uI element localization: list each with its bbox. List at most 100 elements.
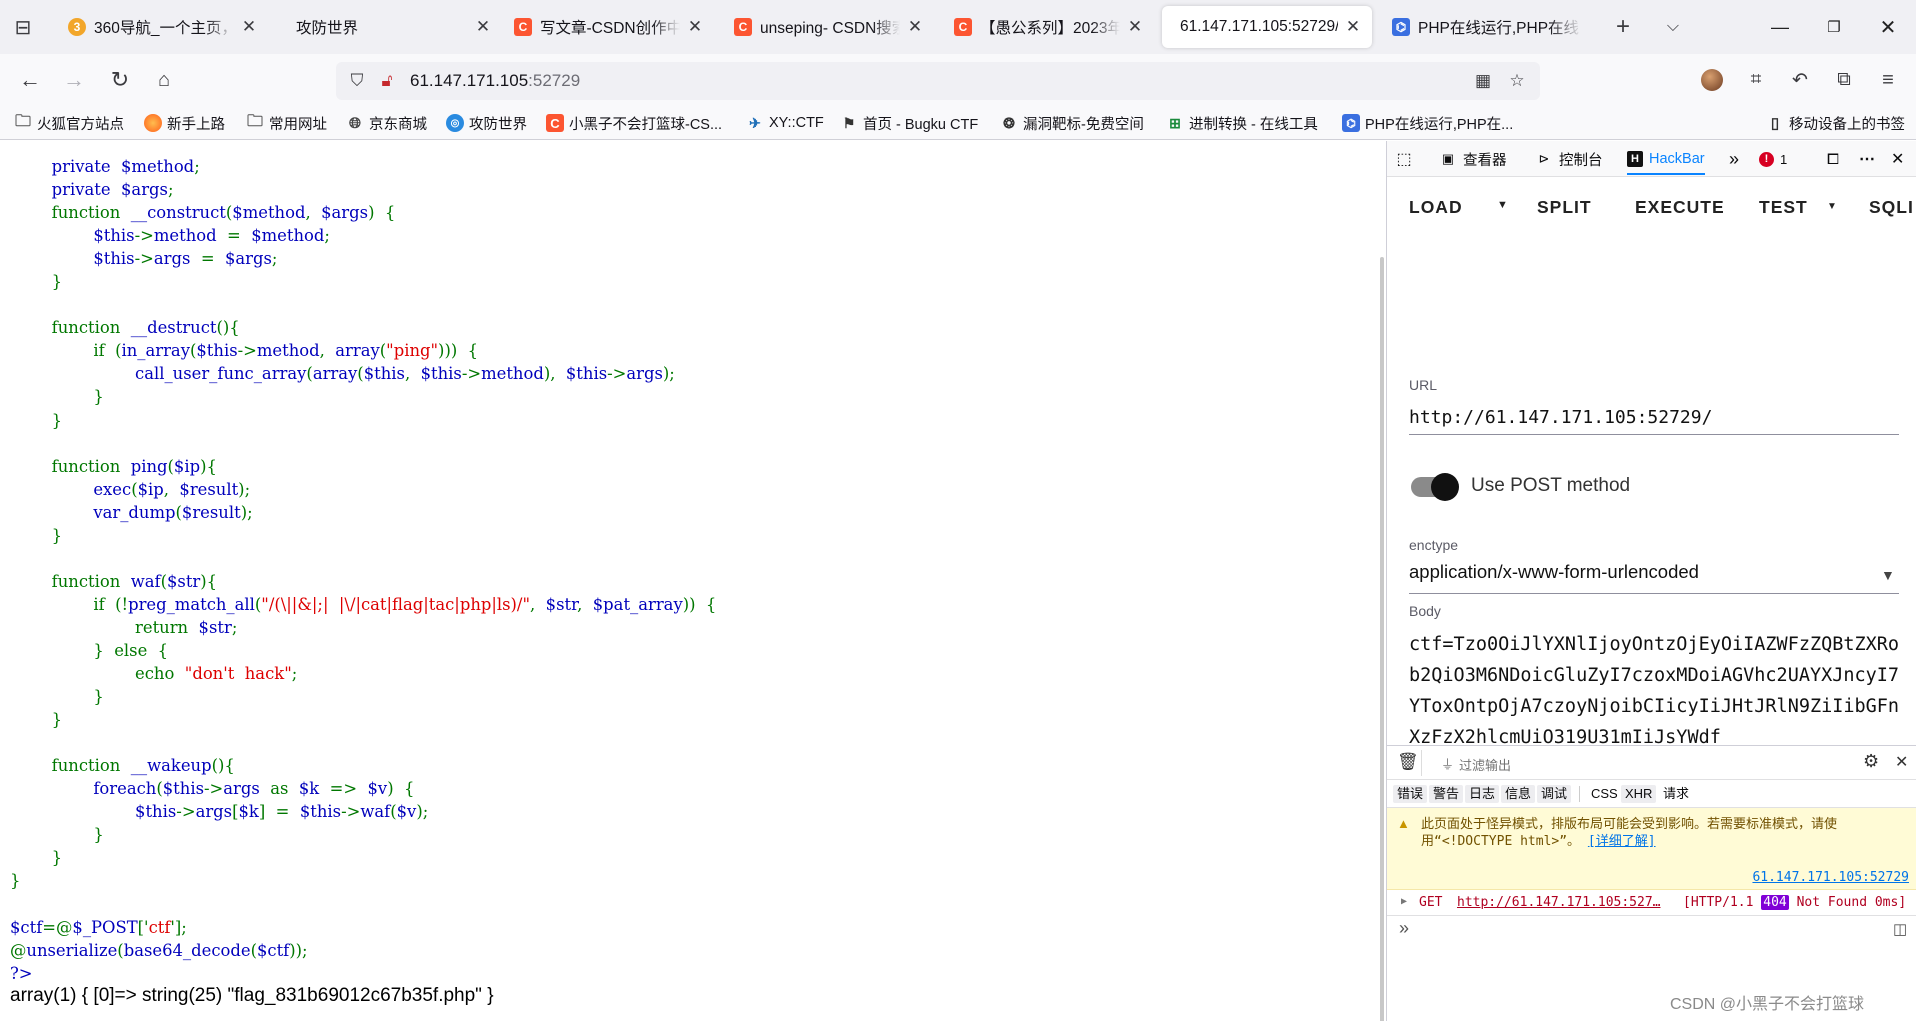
code-line: if (in_array($this->method, array("ping"… [10, 339, 716, 362]
tab-360[interactable]: 3 360导航_一个主页，整个世界 ✕ [58, 6, 268, 48]
filter-info[interactable]: 信息 [1501, 785, 1536, 803]
tab-adworld[interactable]: 攻防世界 ✕ [278, 6, 502, 48]
filter-input[interactable]: 过滤输出 [1459, 755, 1511, 774]
code-token: "ping" [386, 341, 439, 361]
code-token: } [10, 710, 63, 730]
element-picker-icon[interactable]: ⬚ [1395, 147, 1419, 171]
tab-target-active[interactable]: 61.147.171.105:52729/ ✕ [1162, 6, 1372, 48]
post-method-toggle[interactable] [1411, 473, 1459, 501]
tab-yugong[interactable]: C 【愚公系列】2023年0 ✕ [944, 6, 1154, 48]
execute-button[interactable]: EXECUTE [1635, 197, 1725, 218]
bookmark-item[interactable]: ▯ 移动设备上的书签 [1766, 112, 1905, 134]
request-url[interactable]: http://61.147.171.105:527… [1457, 895, 1661, 910]
window-close-icon[interactable]: ✕ [1868, 10, 1908, 44]
bookmark-item[interactable]: ⚑ 首页 - Bugku CTF [840, 112, 979, 134]
console-close-icon[interactable]: ✕ [1895, 752, 1908, 772]
bookmark-item[interactable]: ◎ 攻防世界 [446, 112, 527, 134]
url-field[interactable]: http://61.147.171.105:52729/ [1409, 407, 1712, 428]
tab-csdn-write[interactable]: C 写文章-CSDN创作中心 ✕ [504, 6, 714, 48]
bookmark-item[interactable]: C 小黑子不会打篮球-CS... [546, 112, 722, 134]
dock-side-icon[interactable]: ⧠ [1827, 147, 1839, 171]
learn-more-link[interactable]: [详细了解] [1588, 834, 1656, 849]
menu-hamburger-icon[interactable]: ≡ [1870, 62, 1906, 98]
warning-source-link[interactable]: 61.147.171.105:52729 [1752, 870, 1909, 885]
tab-console[interactable]: ⊳ 控制台 [1535, 147, 1603, 171]
more-options-icon[interactable]: ⋯ [1859, 147, 1875, 171]
enctype-dropdown-icon[interactable]: ▼ [1881, 567, 1895, 583]
bookmark-item[interactable]: ❂ 漏洞靶标-免费空间 [1000, 112, 1144, 134]
close-icon[interactable]: ✕ [240, 17, 258, 37]
filter-css[interactable]: CSS [1587, 785, 1622, 803]
close-icon[interactable]: ✕ [906, 17, 924, 37]
code-token: ); [238, 479, 251, 499]
network-request-row[interactable]: ▶ GET http://61.147.171.105:527… [HTTP/1… [1387, 890, 1916, 916]
code-token: __destruct [130, 318, 217, 338]
toggle-knob [1431, 473, 1459, 501]
minimize-icon[interactable]: — [1760, 10, 1800, 44]
bookmark-item[interactable]: 新手上路 [144, 112, 225, 134]
code-line: } [10, 685, 716, 708]
filter-warnings[interactable]: 警告 [1429, 785, 1464, 803]
close-icon[interactable]: ✕ [1344, 17, 1362, 37]
console-input[interactable]: » ◫ [1387, 916, 1916, 946]
load-button[interactable]: LOAD [1409, 197, 1463, 218]
editor-mode-icon[interactable]: ◫ [1893, 920, 1907, 938]
extensions-icon[interactable]: ⧉ [1826, 62, 1862, 98]
url-bar[interactable]: ⛉ 🔓︎ 61.147.171.105:52729 ▦ ☆ [336, 62, 1540, 100]
undo-arrow-icon[interactable]: ↶ [1782, 62, 1818, 98]
tab-csdn-search[interactable]: C unseping- CSDN搜索 ✕ [724, 6, 934, 48]
code-line: function __destruct(){ [10, 316, 716, 339]
back-arrow-icon[interactable]: ← [12, 62, 48, 98]
test-button[interactable]: TEST [1759, 197, 1808, 218]
tab-hackbar[interactable]: H HackBar [1627, 145, 1705, 175]
enctype-select[interactable]: application/x-www-form-urlencoded [1409, 561, 1699, 583]
home-icon[interactable]: ⌂ [146, 62, 182, 98]
insecure-lock-icon[interactable]: 🔓︎ [372, 66, 402, 96]
load-dropdown-caret-icon[interactable]: ▼ [1497, 199, 1509, 211]
code-token: args [153, 249, 201, 269]
tab-inspector[interactable]: ▣ 查看器 [1439, 147, 1507, 171]
split-button[interactable]: SPLIT [1537, 197, 1592, 218]
filter-requests[interactable]: 请求 [1659, 785, 1693, 803]
expand-triangle-icon[interactable]: ▶ [1401, 896, 1407, 907]
sqli-button[interactable]: SQLI [1869, 197, 1914, 218]
filter-xhr[interactable]: XHR [1621, 785, 1657, 803]
close-icon[interactable]: ✕ [686, 17, 704, 37]
firefox-view-icon[interactable]: ⊟ [6, 10, 40, 44]
more-tabs-chevron-icon[interactable]: » [1729, 147, 1739, 171]
runoob-logo-icon: ⌬ [1342, 114, 1360, 132]
qr-code-icon[interactable]: ▦ [1468, 66, 1498, 96]
bookmark-star-icon[interactable]: ☆ [1502, 66, 1532, 96]
body-label: Body [1409, 603, 1441, 619]
devtools-close-icon[interactable]: ✕ [1891, 147, 1904, 171]
forward-arrow-icon[interactable]: → [56, 62, 92, 98]
bookmark-item[interactable]: 🌐︎ 京东商城 [346, 112, 427, 134]
test-dropdown-caret-icon[interactable]: ▼ [1827, 201, 1838, 212]
bookmark-item[interactable]: ⌬ PHP在线运行,PHP在... [1342, 112, 1513, 134]
filter-debug[interactable]: 调试 [1537, 785, 1572, 803]
code-token: @ [10, 940, 27, 960]
crop-screenshot-icon[interactable]: ⌗ [1738, 62, 1774, 98]
bookmark-item[interactable]: ✈ XY::CTF [746, 112, 824, 134]
error-counter[interactable]: ! 1 [1759, 147, 1787, 171]
trash-icon[interactable]: 🗑︎ [1397, 752, 1419, 772]
page-scrollbar[interactable] [1380, 257, 1384, 1021]
bookmark-item[interactable]: 🗀︎ 火狐官方站点 [14, 112, 124, 134]
close-icon[interactable]: ✕ [474, 17, 492, 37]
filter-logs[interactable]: 日志 [1465, 785, 1500, 803]
new-tab-icon[interactable]: + [1606, 10, 1640, 44]
bookmark-item[interactable]: ⊞ 进制转换 - 在线工具 [1166, 112, 1318, 134]
shield-icon[interactable]: ⛉ [342, 66, 372, 96]
tab-php-online[interactable]: ⌬ PHP在线运行,PHP在线 [1382, 6, 1592, 48]
body-textarea[interactable]: ctf=Tzo0OiJlYXNlIjoyOntzOjEyOiIAZWFzZQBt… [1409, 629, 1909, 745]
avatar[interactable] [1694, 62, 1730, 98]
list-tabs-chevron-icon[interactable]: ⌵ [1656, 10, 1690, 44]
code-token: $result [181, 502, 241, 522]
restore-icon[interactable]: ❐ [1814, 10, 1854, 44]
filter-errors[interactable]: 错误 [1393, 785, 1428, 803]
settings-gear-icon[interactable]: ⚙ [1863, 751, 1879, 772]
bookmark-item[interactable]: 🗀︎ 常用网址 [246, 112, 327, 134]
code-token: $pat_array [592, 594, 683, 614]
close-icon[interactable]: ✕ [1126, 17, 1144, 37]
reload-icon[interactable]: ↻ [102, 62, 138, 98]
